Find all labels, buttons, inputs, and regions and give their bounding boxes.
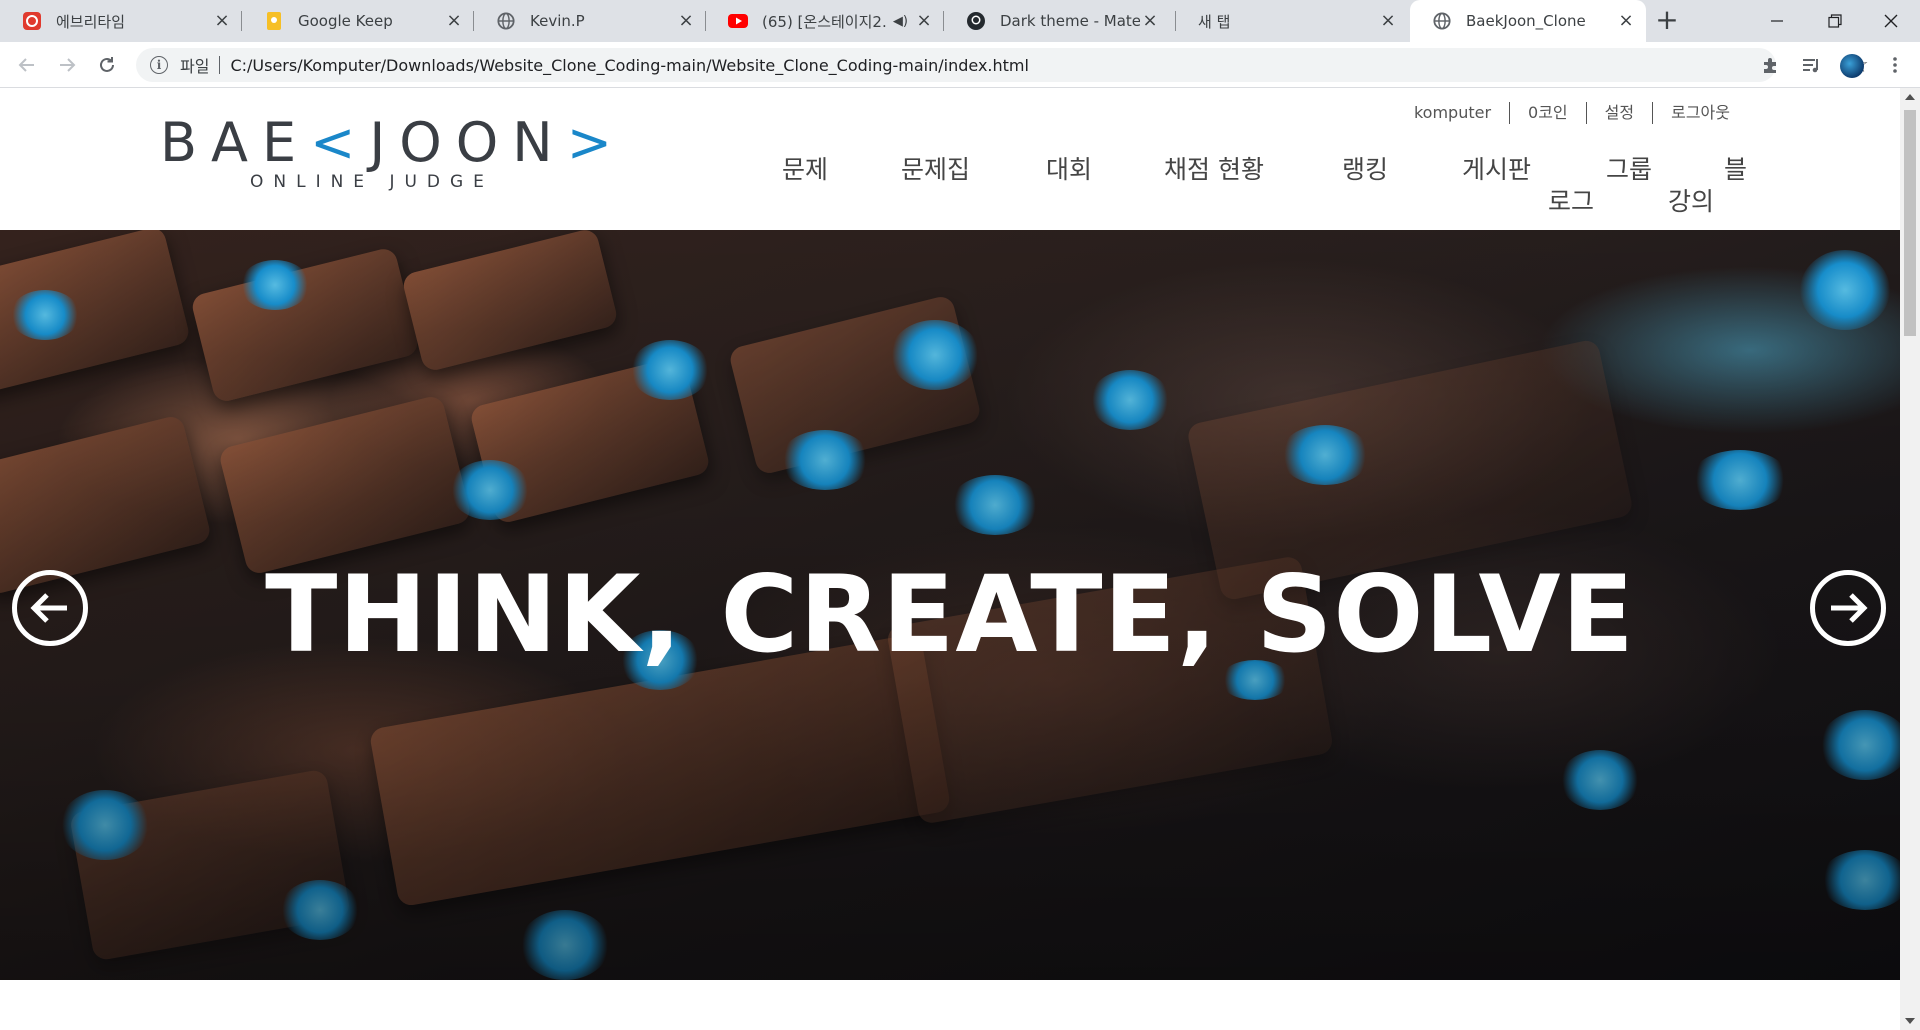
reload-button[interactable] <box>92 50 122 80</box>
nav-problems[interactable]: 문제 <box>782 150 828 186</box>
back-button[interactable] <box>12 50 42 80</box>
nav-contests[interactable]: 대회 <box>1046 150 1092 186</box>
browser-tab[interactable]: Kevin.P × <box>474 0 706 42</box>
address-bar[interactable]: i 파일 C:/Users/Komputer/Downloads/Website… <box>136 48 1869 82</box>
restore-button[interactable] <box>1806 0 1864 42</box>
nav-blog-part1[interactable]: 블 <box>1724 150 1747 186</box>
browser-tab[interactable]: 에브리타임 × <box>0 0 242 42</box>
site-logo[interactable]: BAE<JOON> ONLINE JUDGE <box>160 116 612 193</box>
browser-tab-active[interactable]: BaekJoon_Clone × <box>1410 0 1646 42</box>
nav-workbooks[interactable]: 문제집 <box>901 150 970 186</box>
nav-status[interactable]: 채점 현황 <box>1164 150 1264 186</box>
google-keep-icon <box>264 11 284 31</box>
close-tab-icon[interactable]: × <box>212 11 232 31</box>
scroll-up-arrow[interactable] <box>1905 94 1915 100</box>
speaker-icon[interactable]: ◀) <box>893 14 908 29</box>
web-page: BAE<JOON> ONLINE JUDGE komputer 0코인 설정 로… <box>0 88 1900 1030</box>
nav-blog-part2[interactable]: 로그 <box>1548 182 1594 218</box>
nav-groups[interactable]: 그룹 <box>1606 150 1652 186</box>
github-icon <box>966 11 986 31</box>
youtube-icon <box>728 11 748 31</box>
more-menu-icon[interactable] <box>1880 50 1910 80</box>
profile-avatar[interactable] <box>1840 54 1864 78</box>
user-menu: komputer 0코인 설정 로그아웃 <box>1396 102 1748 124</box>
hero-title: THINK, CREATE, SOLVE <box>265 553 1635 676</box>
nav-ranking[interactable]: 랭킹 <box>1342 150 1388 186</box>
settings-link[interactable]: 설정 <box>1585 102 1652 124</box>
media-queue-icon[interactable] <box>1796 50 1826 80</box>
info-icon[interactable]: i <box>150 56 168 74</box>
minimize-button[interactable] <box>1748 0 1806 42</box>
everytime-icon <box>22 11 42 31</box>
close-tab-icon[interactable]: × <box>676 11 696 31</box>
browser-tab[interactable]: 새 탭 × <box>1176 0 1408 42</box>
browser-toolbar: i 파일 C:/Users/Komputer/Downloads/Website… <box>0 42 1920 88</box>
browser-tab[interactable]: Google Keep × <box>242 0 474 42</box>
hero-banner: THINK, CREATE, SOLVE <box>0 230 1900 980</box>
scrollbar-thumb[interactable] <box>1904 110 1916 336</box>
close-tab-icon[interactable]: × <box>1378 11 1398 31</box>
extensions-puzzle-icon[interactable] <box>1756 50 1786 80</box>
scroll-down-arrow[interactable] <box>1905 1018 1915 1024</box>
nav-board[interactable]: 게시판 <box>1462 150 1531 186</box>
nav-lectures[interactable]: 강의 <box>1668 182 1714 218</box>
carousel-next-button[interactable] <box>1810 570 1886 646</box>
carousel-prev-button[interactable] <box>12 570 88 646</box>
arrow-right-icon <box>1831 593 1868 623</box>
close-tab-icon[interactable]: × <box>444 11 464 31</box>
browser-tab[interactable]: Dark theme - Material × <box>944 0 1176 42</box>
address-url[interactable]: C:/Users/Komputer/Downloads/Website_Clon… <box>230 56 1029 75</box>
username-link[interactable]: komputer <box>1396 102 1509 124</box>
site-header: BAE<JOON> ONLINE JUDGE komputer 0코인 설정 로… <box>0 88 1900 230</box>
close-window-button[interactable] <box>1862 0 1920 42</box>
close-tab-icon[interactable]: × <box>1140 11 1160 31</box>
globe-icon <box>496 11 516 31</box>
close-tab-icon[interactable]: × <box>1616 11 1636 31</box>
arrow-left-icon <box>30 593 67 623</box>
globe-icon <box>1432 11 1452 31</box>
new-tab-button[interactable]: + <box>1652 6 1682 36</box>
coin-link[interactable]: 0코인 <box>1509 102 1586 124</box>
browser-tab[interactable]: (65) [온스테이지2.0] 예술 ◀) × <box>706 0 944 42</box>
forward-button[interactable] <box>52 50 82 80</box>
close-tab-icon[interactable]: × <box>914 11 934 31</box>
logout-link[interactable]: 로그아웃 <box>1652 102 1748 124</box>
page-scrollbar[interactable] <box>1900 88 1920 1030</box>
browser-tab-strip: 에브리타임 × Google Keep × Kevin.P × (65) [온스… <box>0 0 1920 42</box>
